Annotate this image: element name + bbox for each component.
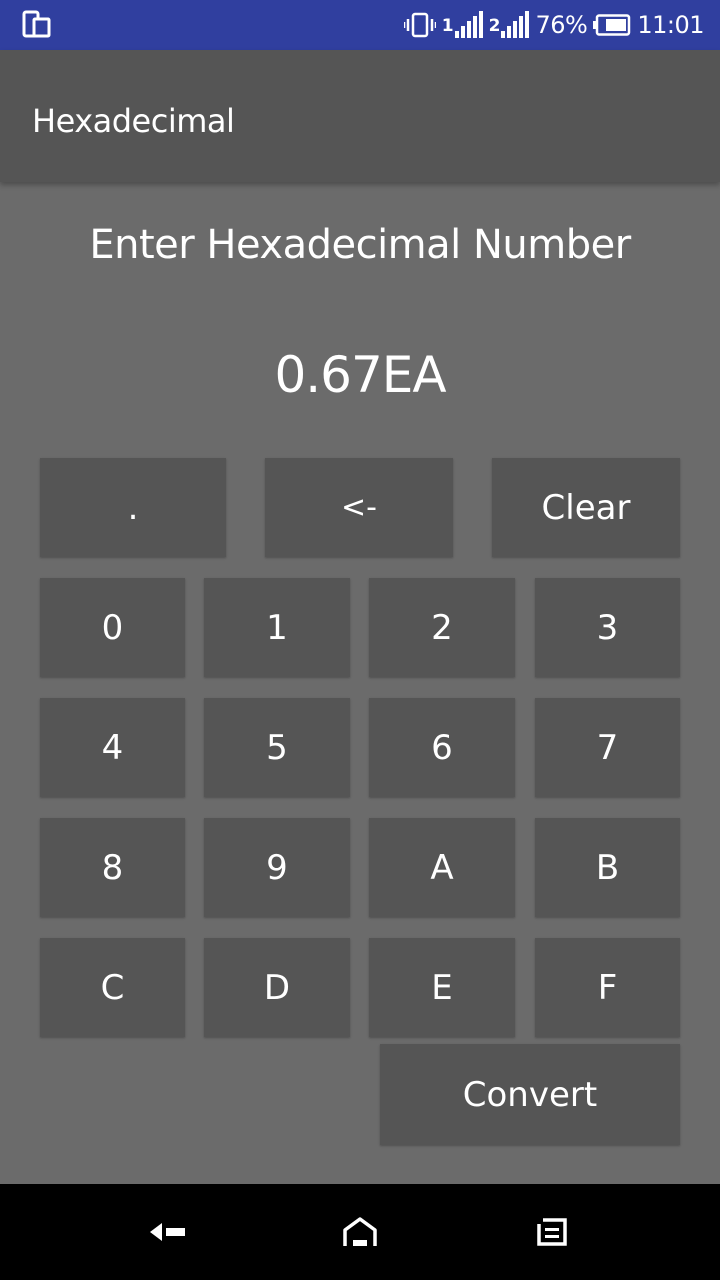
key-f[interactable]: F [535,938,680,1037]
key-6[interactable]: 6 [369,698,515,797]
key-8[interactable]: 8 [40,818,185,917]
key-dot[interactable]: . [40,458,226,557]
key-c[interactable]: C [40,938,185,1037]
key-e[interactable]: E [369,938,515,1037]
input-prompt: Enter Hexadecimal Number [89,222,631,268]
key-clear[interactable]: Clear [492,458,680,557]
key-d[interactable]: D [204,938,350,1037]
sim1-signal: 1 [442,11,483,39]
key-1[interactable]: 1 [204,578,350,677]
key-3[interactable]: 3 [535,578,680,677]
key-0[interactable]: 0 [40,578,185,677]
key-9[interactable]: 9 [204,818,350,917]
home-icon[interactable] [330,1202,390,1262]
recent-apps-icon[interactable] [522,1202,582,1262]
convert-button[interactable]: Convert [380,1044,680,1145]
key-a[interactable]: A [369,818,515,917]
sim2-label: 2 [488,16,501,36]
status-bar: 1 2 76% 11:01 [0,0,720,50]
battery-icon [593,14,631,36]
key-2[interactable]: 2 [369,578,515,677]
app-toolbar: Hexadecimal [0,50,720,182]
key-7[interactable]: 7 [535,698,680,797]
key-5[interactable]: 5 [204,698,350,797]
signal-icon [501,11,530,39]
navigation-bar [0,1184,720,1280]
key-4[interactable]: 4 [40,698,185,797]
signal-icon [454,11,483,39]
key-b[interactable]: B [535,818,680,917]
page-title: Hexadecimal [32,102,235,140]
battery-percent: 76% [535,11,588,39]
key-backspace[interactable]: <- [265,458,453,557]
back-icon[interactable] [138,1202,198,1262]
hex-value-display: 0.67EA [274,346,446,404]
status-icons: 1 2 76% 11:01 [403,0,704,50]
vibrate-icon [403,11,436,39]
dual-screen-icon [22,10,52,40]
sim1-label: 1 [441,16,454,36]
clock: 11:01 [637,11,704,39]
sim2-signal: 2 [489,11,530,39]
